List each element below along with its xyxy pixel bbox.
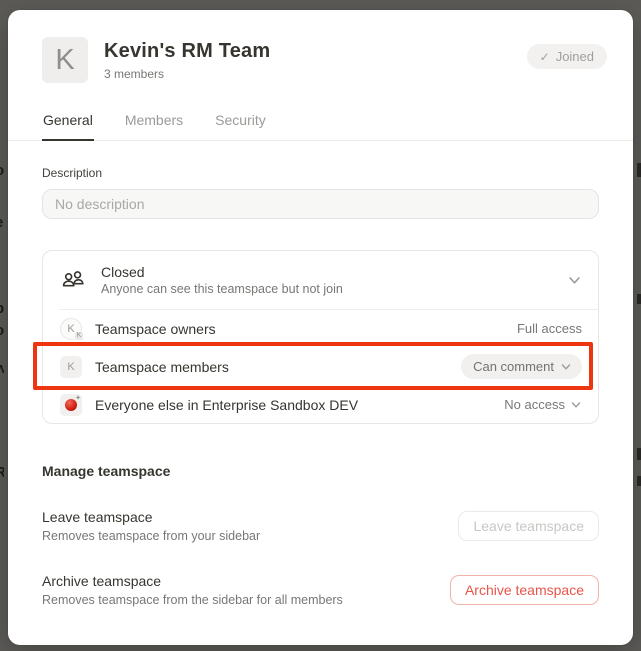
everyone-access-value: No access (504, 397, 565, 412)
tab-members[interactable]: Members (124, 112, 184, 141)
leave-teamspace-title: Leave teamspace (42, 509, 458, 525)
owners-avatar: K K (60, 318, 82, 340)
check-icon: ✓ (540, 50, 550, 64)
everyone-access-dropdown[interactable]: No access (504, 397, 582, 412)
joined-badge[interactable]: ✓ Joined (527, 44, 607, 69)
joined-badge-label: Joined (556, 49, 594, 64)
title-block: Kevin's RM Team 3 members (104, 37, 270, 81)
backdrop-text-fragment: w (0, 360, 4, 377)
row-label: Teamspace members (95, 359, 448, 375)
page-title: Kevin's RM Team (104, 40, 270, 63)
archive-teamspace-row: Archive teamspace Removes teamspace from… (42, 573, 599, 607)
teamspace-avatar: K (42, 37, 88, 83)
teamspace-settings-dialog: K Kevin's RM Team 3 members ✓ Joined Gen… (8, 10, 633, 645)
description-label: Description (42, 166, 599, 180)
sparkle-icon: ✦ (75, 395, 81, 402)
people-icon (60, 267, 86, 293)
description-input[interactable] (42, 189, 599, 219)
owners-avatar-badge: K (74, 331, 84, 341)
leave-teamspace-subtitle: Removes teamspace from your sidebar (42, 529, 458, 543)
tab-bar: General Members Security (8, 112, 633, 141)
access-level-title: Closed (101, 264, 552, 280)
members-access-value: Can comment (473, 359, 554, 374)
chevron-down-icon (570, 399, 582, 411)
archive-teamspace-subtitle: Removes teamspace from the sidebar for a… (42, 593, 450, 607)
chevron-down-icon (560, 361, 572, 373)
backdrop-text-fragment: e (0, 214, 4, 231)
backdrop-text-fragment: o (0, 322, 4, 339)
archive-teamspace-button[interactable]: Archive teamspace (450, 575, 599, 606)
archive-teamspace-text: Archive teamspace Removes teamspace from… (42, 573, 450, 607)
backdrop-text-fragment: b (0, 300, 4, 317)
row-label: Everyone else in Enterprise Sandbox DEV (95, 397, 491, 413)
tab-general[interactable]: General (42, 112, 94, 141)
archive-teamspace-title: Archive teamspace (42, 573, 450, 589)
backdrop-artifact (637, 163, 641, 177)
backdrop-text-fragment: t (0, 392, 4, 409)
permission-row-everyone[interactable]: ✦ Everyone else in Enterprise Sandbox DE… (43, 386, 598, 423)
backdrop-artifact (637, 448, 641, 460)
backdrop-text-fragment: R (0, 464, 4, 481)
manage-teamspace-heading: Manage teamspace (42, 463, 599, 479)
dialog-body: Description Closed Anyone can see this t… (8, 141, 633, 607)
leave-teamspace-row: Leave teamspace Removes teamspace from y… (42, 509, 599, 543)
row-label: Teamspace owners (95, 321, 504, 337)
backdrop-artifact (637, 294, 641, 304)
members-access-dropdown[interactable]: Can comment (461, 354, 582, 379)
chevron-down-icon (567, 273, 582, 288)
backdrop-text-fragment: o (0, 162, 4, 179)
permission-row-owners[interactable]: K K Teamspace owners Full access (43, 310, 598, 347)
backdrop-overlay: { "header": { "avatar_letter": "K", "tit… (0, 0, 641, 651)
access-level-text: Closed Anyone can see this teamspace but… (101, 264, 552, 296)
dialog-header: K Kevin's RM Team 3 members ✓ Joined (8, 10, 633, 83)
owners-access-level: Full access (517, 321, 582, 336)
backdrop-artifact (637, 476, 641, 486)
leave-teamspace-text: Leave teamspace Removes teamspace from y… (42, 509, 458, 543)
permission-row-members[interactable]: K Teamspace members Can comment (43, 347, 598, 386)
member-count: 3 members (104, 67, 270, 81)
workspace-logo-icon: ✦ (60, 394, 82, 416)
access-level-subtitle: Anyone can see this teamspace but not jo… (101, 282, 552, 296)
permissions-card: Closed Anyone can see this teamspace but… (42, 250, 599, 424)
access-level-selector[interactable]: Closed Anyone can see this teamspace but… (43, 251, 598, 309)
members-avatar: K (60, 356, 82, 378)
leave-teamspace-button[interactable]: Leave teamspace (458, 511, 599, 542)
tab-security[interactable]: Security (214, 112, 267, 141)
